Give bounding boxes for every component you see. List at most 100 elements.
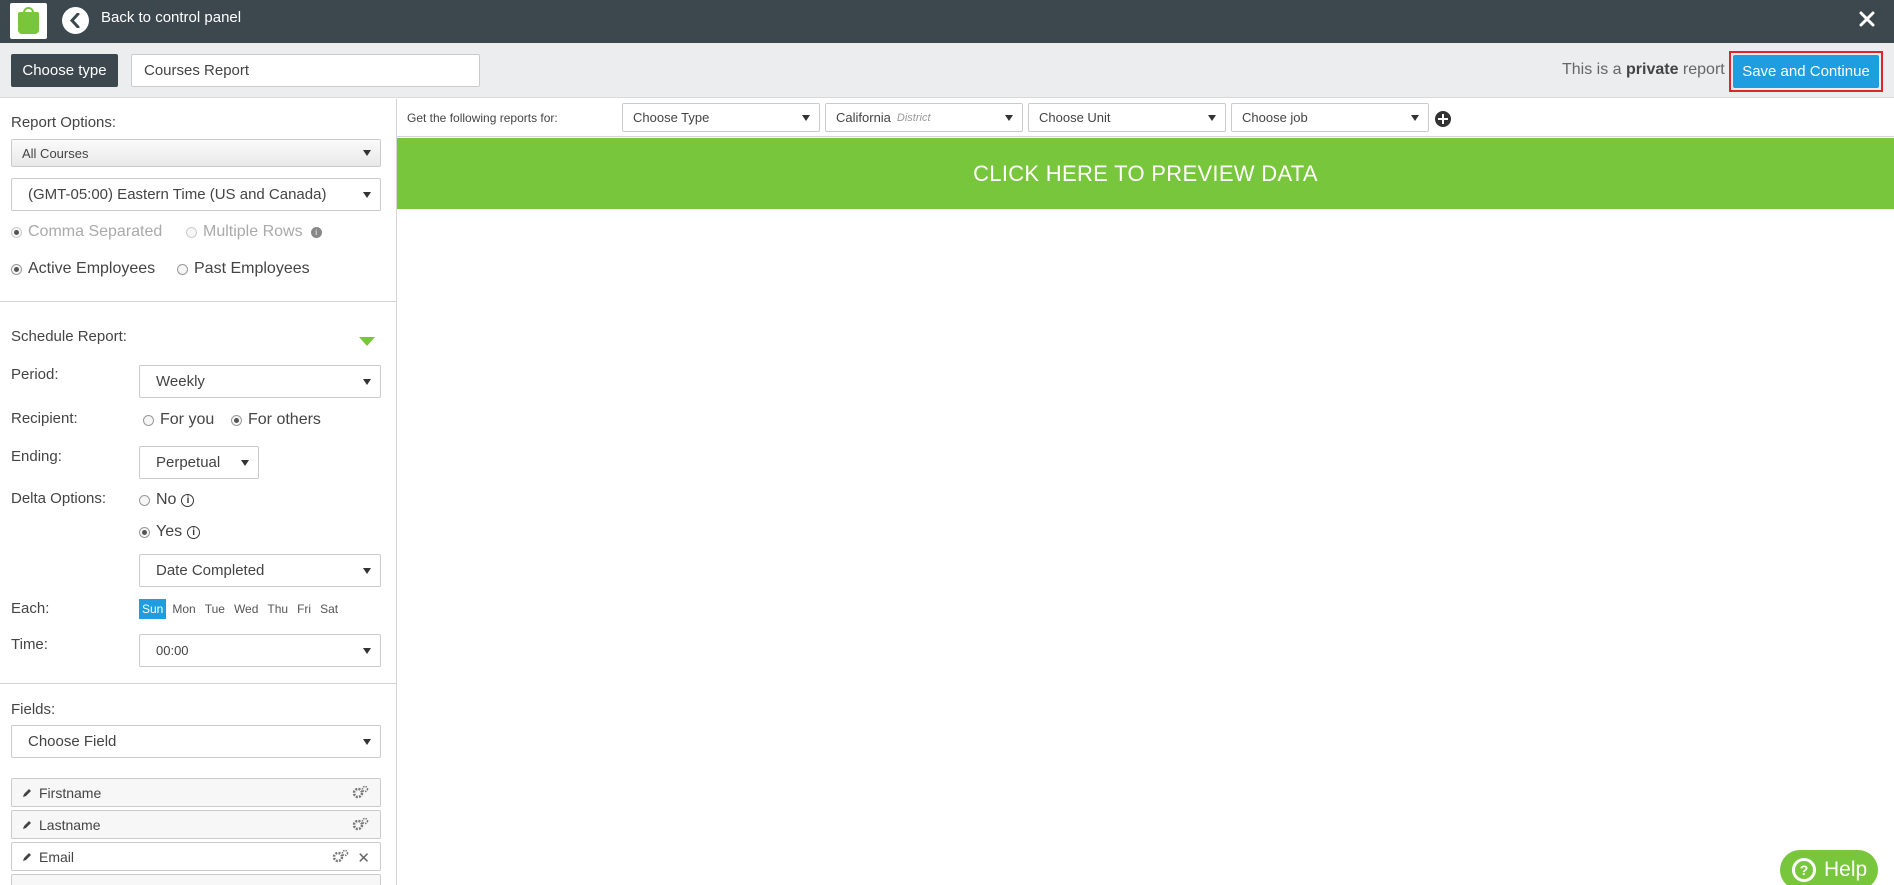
comma-separated-option[interactable]: Comma Separated (11, 223, 162, 241)
choose-unit-select[interactable]: Choose Unit (1028, 103, 1226, 132)
each-label: Each: (11, 600, 50, 617)
district-select[interactable]: California District (825, 103, 1023, 132)
day-mon[interactable]: Mon (169, 599, 198, 619)
filter-label: Get the following reports for: (407, 111, 558, 125)
back-to-control-panel-link[interactable]: Back to control panel (101, 9, 241, 26)
info-icon[interactable]: i (310, 226, 322, 238)
delta-no-label: No (156, 491, 177, 508)
field-item[interactable]: Email ✕ (11, 842, 381, 871)
radio-icon (143, 414, 154, 426)
ending-label: Ending: (11, 448, 62, 465)
active-employees-option[interactable]: Active Employees (11, 260, 155, 278)
radio-icon (139, 526, 150, 538)
choose-field-select-value: Choose Field (28, 733, 117, 750)
choose-field-select[interactable]: Choose Field (11, 725, 381, 758)
field-item-label: Lastname (39, 816, 101, 833)
radio-icon (11, 226, 22, 238)
weekday-picker: Sun Mon Tue Wed Thu Fri Sat (139, 599, 344, 619)
chevron-down-icon (1411, 114, 1419, 121)
multiple-rows-option[interactable]: Multiple Rows i (186, 223, 322, 241)
report-name-input[interactable]: Courses Report (131, 54, 480, 87)
preview-data-button[interactable]: CLICK HERE TO PREVIEW DATA (397, 138, 1894, 209)
field-item[interactable]: Firstname (11, 778, 381, 807)
delta-no-option[interactable]: No i (139, 491, 195, 509)
chevron-down-icon (802, 114, 810, 121)
report-filter-bar: Get the following reports for: Choose Ty… (397, 99, 1894, 137)
privacy-word: private (1626, 61, 1679, 78)
delta-options-label: Delta Options: (11, 490, 107, 507)
delta-yes-option[interactable]: Yes i (139, 523, 201, 541)
day-tue[interactable]: Tue (202, 599, 228, 619)
field-item[interactable]: Lastname (11, 810, 381, 839)
privacy-suffix: report (1678, 61, 1725, 78)
section-divider (0, 301, 396, 302)
report-header-bar: Choose type Courses Report This is a pri… (0, 43, 1894, 98)
chevron-down-icon (363, 738, 371, 745)
gear-icon[interactable] (352, 785, 370, 799)
choose-job-select-value: Choose job (1242, 110, 1308, 125)
chevron-down-icon (363, 150, 371, 156)
gear-icon[interactable] (332, 849, 350, 863)
active-employees-label: Active Employees (28, 260, 156, 277)
choose-type-select[interactable]: Choose Type (622, 103, 820, 132)
radio-icon (231, 414, 242, 426)
ending-select-value: Perpetual (156, 454, 221, 471)
field-item-label: Email (39, 848, 75, 865)
choose-job-select[interactable]: Choose job (1231, 103, 1429, 132)
day-fri[interactable]: Fri (294, 599, 314, 619)
past-employees-label: Past Employees (194, 260, 310, 277)
courses-select-value: All Courses (22, 145, 89, 161)
gear-icon[interactable] (352, 817, 370, 831)
day-thu[interactable]: Thu (264, 599, 291, 619)
ending-select[interactable]: Perpetual (139, 446, 259, 479)
radio-icon (139, 494, 150, 506)
choose-unit-select-value: Choose Unit (1039, 110, 1111, 125)
info-icon[interactable]: i (181, 493, 195, 507)
remove-icon[interactable]: ✕ (357, 849, 370, 867)
time-label: Time: (11, 636, 48, 653)
pencil-icon[interactable] (22, 820, 32, 830)
day-sun[interactable]: Sun (139, 599, 167, 619)
comma-separated-label: Comma Separated (28, 223, 163, 240)
back-arrow-icon[interactable] (62, 7, 89, 34)
chevron-down-icon (1208, 114, 1216, 121)
info-icon[interactable]: i (187, 525, 201, 539)
help-button[interactable]: ? Help (1780, 850, 1878, 885)
time-select[interactable]: 00:00 (139, 634, 381, 667)
for-you-label: For you (160, 411, 215, 428)
top-bar: Back to control panel (0, 0, 1894, 43)
save-and-continue-button[interactable]: Save and Continue (1733, 55, 1879, 88)
for-you-option[interactable]: For you (143, 411, 214, 429)
for-others-option[interactable]: For others (231, 411, 321, 429)
privacy-status: This is a private report (1562, 61, 1725, 79)
delta-date-select[interactable]: Date Completed (139, 554, 381, 587)
add-filter-plus-icon[interactable] (1435, 111, 1451, 127)
question-icon: ? (1792, 858, 1816, 882)
district-select-value: California (836, 110, 891, 125)
timezone-select[interactable]: (GMT-05:00) Eastern Time (US and Canada) (11, 178, 381, 211)
section-divider (0, 683, 396, 684)
close-icon[interactable] (1854, 6, 1880, 32)
delta-date-select-value: Date Completed (156, 562, 265, 579)
collapse-toggle-icon[interactable] (359, 337, 375, 346)
chevron-down-icon (241, 459, 249, 466)
day-wed[interactable]: Wed (231, 599, 261, 619)
day-sat[interactable]: Sat (317, 599, 341, 619)
pencil-icon[interactable] (22, 788, 32, 798)
courses-select[interactable]: All Courses (11, 139, 381, 167)
chevron-down-icon (363, 647, 371, 654)
delta-yes-label: Yes (156, 523, 183, 540)
past-employees-option[interactable]: Past Employees (177, 260, 310, 278)
period-select[interactable]: Weekly (139, 365, 381, 398)
field-item[interactable] (11, 874, 381, 885)
pencil-icon[interactable] (22, 852, 32, 862)
app-logo (10, 3, 47, 39)
multiple-rows-label: Multiple Rows (203, 223, 303, 240)
choose-type-button[interactable]: Choose type (11, 54, 118, 87)
for-others-label: For others (248, 411, 321, 428)
choose-type-select-value: Choose Type (633, 110, 710, 125)
radio-icon (11, 263, 22, 275)
report-options-panel: Report Options: All Courses (GMT-05:00) … (0, 99, 397, 885)
chevron-down-icon (363, 567, 371, 574)
field-item-label: Firstname (39, 784, 102, 801)
